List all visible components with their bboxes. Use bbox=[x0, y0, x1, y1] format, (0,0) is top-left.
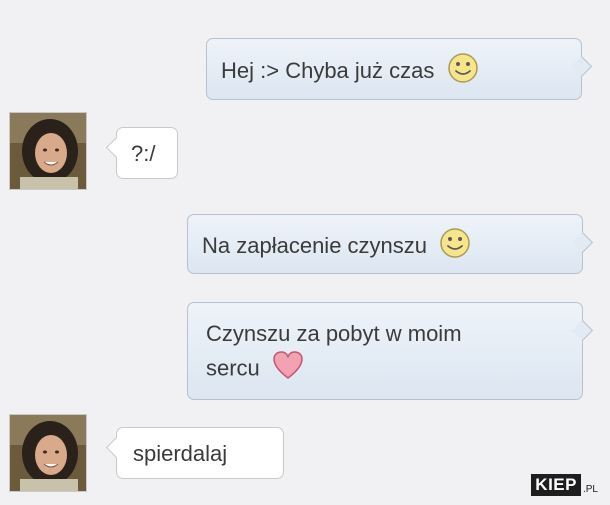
message-bubble-sent: Czynszu za pobyt w moim sercu bbox=[187, 302, 594, 400]
watermark-suffix: .PL bbox=[582, 484, 598, 495]
watermark-logo: KIEP .PL bbox=[531, 474, 598, 496]
avatar[interactable] bbox=[9, 112, 87, 190]
message-bubble-received: spierdalaj bbox=[105, 427, 284, 479]
message-text: spierdalaj bbox=[133, 441, 228, 466]
message-bubble-sent: Na zapłacenie czynszu bbox=[187, 214, 594, 274]
message-text-line-1: Czynszu za pobyt w moim bbox=[206, 321, 462, 346]
smiley-icon bbox=[447, 52, 479, 93]
heart-icon bbox=[272, 350, 304, 389]
message-bubble-sent: Hej :> Chyba już czas bbox=[206, 38, 593, 100]
smiley-icon bbox=[439, 227, 471, 268]
watermark-main: KIEP bbox=[531, 474, 581, 496]
avatar[interactable] bbox=[9, 414, 87, 492]
message-text-line-2: sercu bbox=[206, 355, 260, 381]
message-bubble-received: ?:/ bbox=[105, 127, 178, 179]
message-text: Na zapłacenie czynszu bbox=[202, 233, 428, 259]
message-text: Hej :> Chyba już czas bbox=[221, 58, 435, 84]
message-text: ?:/ bbox=[131, 141, 156, 166]
